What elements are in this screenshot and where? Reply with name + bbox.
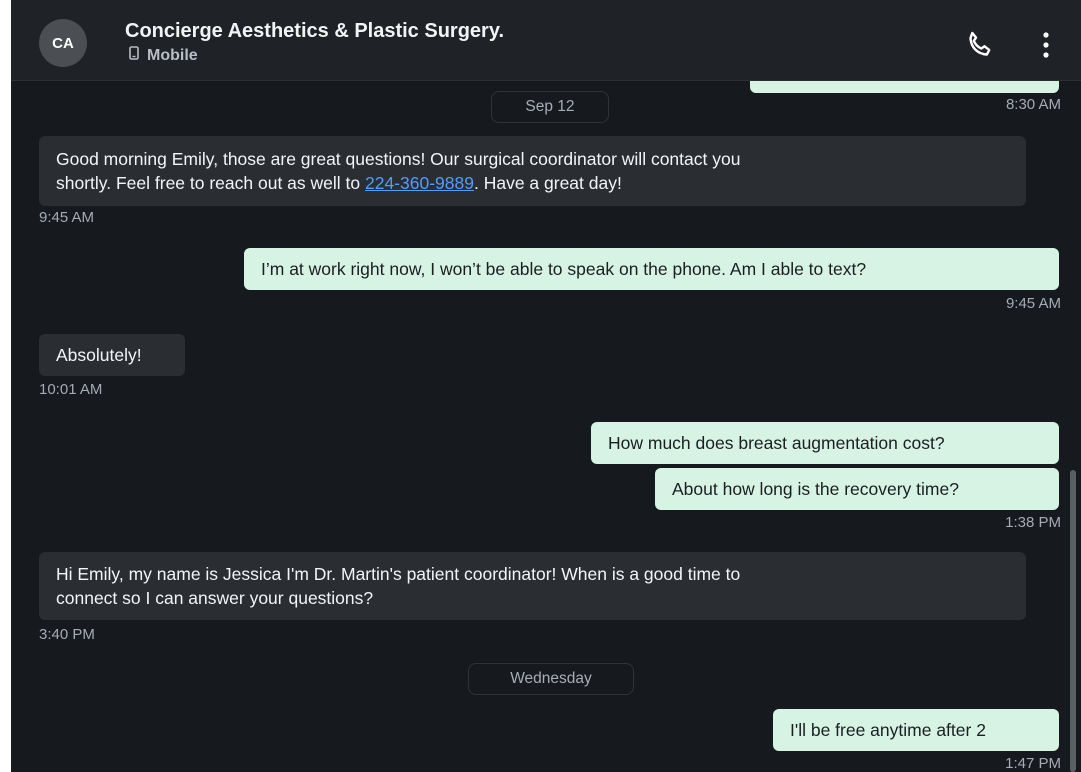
message-bubble-outgoing: About how long is the recovery time? [655, 468, 1059, 510]
message-timestamp: 3:40 PM [39, 626, 95, 643]
message-timestamp: 9:45 AM [1005, 295, 1061, 312]
scrollbar[interactable] [1070, 470, 1076, 772]
message-bubble-incoming: Good morning Emily, those are great ques… [39, 136, 1026, 206]
message-text: Good morning Emily, those are great ques… [56, 149, 741, 169]
message-text: About how long is the recovery time? [672, 479, 959, 499]
conversation-header: CA Concierge Aesthetics & Plastic Surger… [11, 0, 1081, 81]
message-bubble-outgoing: I’m at work right now, I won’t be able t… [244, 248, 1059, 290]
avatar[interactable]: CA [39, 19, 87, 67]
contact-type: Mobile [129, 46, 198, 65]
message-text: Absolutely! [56, 345, 142, 365]
message-bubble-outgoing: How much does breast augmentation cost? [591, 422, 1059, 464]
message-text: connect so I can answer your questions? [56, 588, 374, 608]
message-text: Hi Emily, my name is Jessica I'm Dr. Mar… [56, 564, 741, 584]
message-timestamp: 8:30 AM [1005, 96, 1061, 113]
message-text: I'll be free anytime after 2 [790, 720, 986, 740]
message-timestamp: 10:01 AM [39, 381, 103, 398]
message-bubble-incoming: Hi Emily, my name is Jessica I'm Dr. Mar… [39, 552, 1026, 620]
message-timestamp: 9:45 AM [39, 209, 95, 226]
date-separator: Wednesday [468, 663, 634, 695]
contact-type-label: Mobile [147, 46, 198, 64]
message-text: How much does breast augmentation cost? [608, 433, 945, 453]
contact-name: Concierge Aesthetics & Plastic Surgery. [125, 20, 505, 42]
conversation-window: CA Concierge Aesthetics & Plastic Surger… [11, 0, 1081, 772]
message-list[interactable]: 8:30 AM Sep 12 Good morning Emily, those… [11, 71, 1081, 772]
message-bubble-incoming: Absolutely! [39, 334, 185, 376]
more-vertical-icon[interactable] [1033, 28, 1059, 62]
message-text: I’m at work right now, I won’t be able t… [261, 259, 867, 279]
message-timestamp: 1:38 PM [1005, 514, 1061, 531]
message-timestamp: 1:47 PM [1005, 755, 1061, 772]
date-separator: Sep 12 [491, 91, 609, 123]
phone-icon[interactable] [963, 28, 997, 62]
message-text: shortly. Feel free to reach out as well … [56, 173, 622, 193]
message-bubble-outgoing: I'll be free anytime after 2 [773, 709, 1059, 751]
mobile-device-icon [129, 46, 139, 65]
phone-number-link[interactable]: 224-360-9889 [365, 173, 474, 193]
